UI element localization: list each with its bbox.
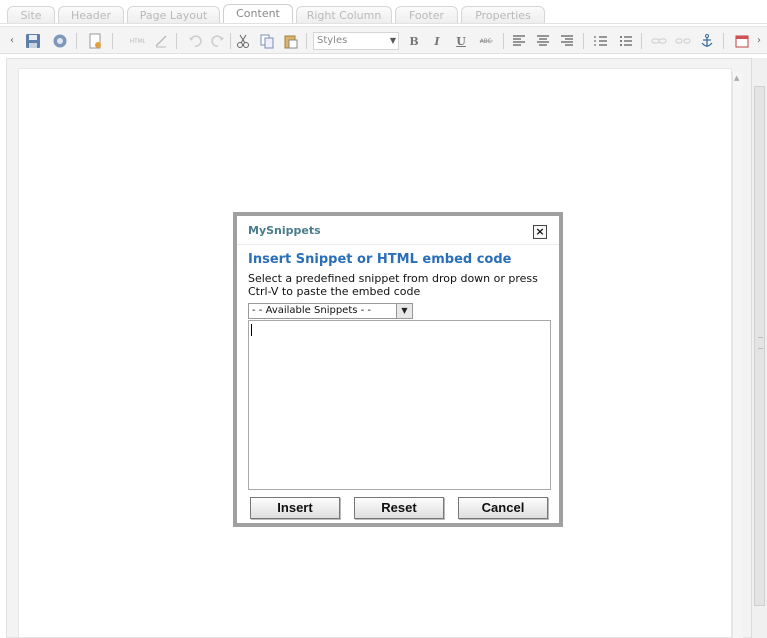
cut-icon[interactable]	[234, 32, 252, 50]
tab-bar: Site Header Page Layout Content Right Co…	[0, 0, 767, 24]
tab-content[interactable]: Content	[223, 4, 293, 24]
editor-toolbar: ‹ HTML Styles ▼ B I U ABC ›	[0, 26, 767, 54]
insert-button[interactable]: Insert	[250, 497, 340, 519]
source-icon[interactable]: HTML	[126, 32, 148, 50]
spellcheck-icon[interactable]	[152, 32, 170, 50]
dialog-titlebar: MySnippets ×	[237, 216, 559, 245]
anchor-icon[interactable]	[698, 32, 716, 50]
ordered-list-icon[interactable]	[592, 32, 610, 50]
content-scrollbar[interactable]: ▲	[732, 72, 743, 638]
strikethrough-icon[interactable]: ABC	[476, 32, 498, 50]
chevron-left-icon[interactable]: ‹	[10, 35, 16, 47]
unlink-icon[interactable]	[674, 32, 692, 50]
grip-icon	[758, 337, 763, 349]
link-icon[interactable]	[650, 32, 668, 50]
tab-page-layout[interactable]: Page Layout	[127, 6, 220, 23]
page-scrollbar[interactable]	[751, 58, 767, 638]
align-left-icon[interactable]	[510, 32, 528, 50]
paste-icon[interactable]	[282, 32, 300, 50]
styles-dropdown[interactable]: Styles ▼	[313, 32, 399, 50]
close-icon: ×	[535, 225, 545, 238]
underline-icon[interactable]: U	[452, 32, 470, 50]
mysnippets-dialog: MySnippets × Insert Snippet or HTML embe…	[233, 212, 563, 527]
scrollbar-thumb[interactable]	[754, 86, 765, 606]
svg-text:HTML: HTML	[130, 39, 145, 45]
close-button[interactable]: ×	[533, 225, 547, 239]
calendar-icon[interactable]	[733, 32, 751, 50]
tab-right-column[interactable]: Right Column	[296, 6, 392, 23]
bold-icon[interactable]: B	[405, 32, 423, 50]
text-caret	[251, 324, 252, 336]
tab-footer[interactable]: Footer	[395, 6, 458, 23]
redo-icon[interactable]	[209, 32, 227, 50]
embed-code-textarea[interactable]	[248, 320, 551, 490]
dialog-title: MySnippets	[248, 224, 321, 237]
align-right-icon[interactable]	[558, 32, 576, 50]
snippet-select-value: - - Available Snippets - -	[252, 305, 372, 316]
chevron-down-icon: ▼	[389, 36, 396, 45]
dialog-heading: Insert Snippet or HTML embed code	[248, 252, 512, 267]
align-center-icon[interactable]	[534, 32, 552, 50]
undo-icon[interactable]	[186, 32, 204, 50]
chevron-right-icon[interactable]: ›	[757, 35, 763, 47]
scroll-up-icon[interactable]: ▲	[734, 74, 739, 82]
dialog-description: Select a predefined snippet from drop do…	[248, 272, 538, 298]
save-icon[interactable]	[24, 32, 42, 50]
italic-icon[interactable]: I	[428, 32, 446, 50]
chevron-down-icon[interactable]: ▼	[396, 304, 412, 318]
preview-icon[interactable]	[51, 32, 69, 50]
tab-header[interactable]: Header	[58, 6, 124, 23]
reset-button[interactable]: Reset	[354, 497, 444, 519]
unordered-list-icon[interactable]	[617, 32, 635, 50]
tab-properties[interactable]: Properties	[461, 6, 545, 23]
tab-site[interactable]: Site	[7, 6, 55, 23]
copy-icon[interactable]	[258, 32, 276, 50]
cancel-button[interactable]: Cancel	[458, 497, 548, 519]
new-page-icon[interactable]	[86, 32, 104, 50]
svg-text:ABC: ABC	[480, 39, 492, 45]
snippet-select[interactable]: - - Available Snippets - - ▼	[248, 303, 413, 319]
